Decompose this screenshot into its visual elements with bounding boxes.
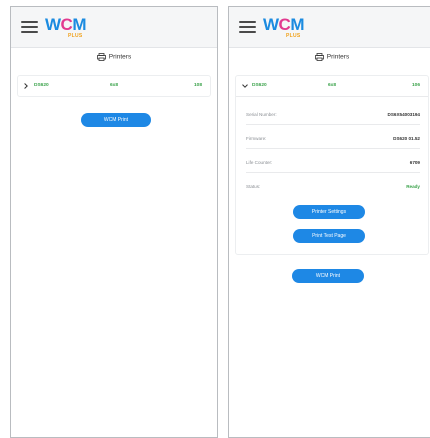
printers-section-title: Printers bbox=[229, 53, 430, 61]
logo-plus-text: PLUS bbox=[68, 33, 83, 39]
printer-row[interactable]: DS620 6x8 106 bbox=[236, 76, 428, 97]
app-header: WCM PLUS bbox=[11, 7, 217, 48]
detail-value: DS620 01.52 bbox=[393, 136, 420, 141]
phone-screen-expanded: WCM PLUS Printers DS620 6x8 106 Serial N… bbox=[228, 6, 430, 438]
printers-section-title: Printers bbox=[11, 53, 217, 61]
printer-media-count: 106 bbox=[411, 83, 420, 88]
status-ready-value: Ready bbox=[406, 184, 420, 189]
detail-firmware: Firmware: DS620 01.52 bbox=[246, 130, 420, 149]
printer-icon bbox=[314, 53, 324, 61]
detail-label: Serial Number: bbox=[246, 112, 277, 117]
wcm-logo: WCM bbox=[45, 15, 86, 34]
logo-plus-text: PLUS bbox=[286, 33, 301, 39]
printer-card-expanded[interactable]: DS620 6x8 106 Serial Number: DS6X5400319… bbox=[235, 75, 429, 255]
wcm-print-button[interactable]: WCM Print bbox=[81, 113, 151, 127]
detail-life-counter: Life Counter: 6709 bbox=[246, 154, 420, 173]
printers-label: Printers bbox=[108, 53, 132, 61]
detail-serial-number: Serial Number: DS6X54003194 bbox=[246, 106, 420, 125]
detail-value: 6709 bbox=[409, 160, 420, 165]
detail-label: Status: bbox=[246, 184, 261, 189]
app-header: WCM PLUS bbox=[229, 7, 430, 48]
printer-settings-button[interactable]: Printer Settings bbox=[293, 205, 365, 219]
detail-label: Firmware: bbox=[246, 136, 267, 141]
wcm-print-button[interactable]: WCM Print bbox=[292, 269, 364, 283]
printers-label: Printers bbox=[326, 53, 350, 61]
detail-value: DS6X54003194 bbox=[387, 112, 420, 117]
printer-icon bbox=[96, 53, 106, 61]
printer-media-size: 6x8 bbox=[109, 83, 118, 88]
phone-screen-collapsed: WCM PLUS Printers DS620 6x8 108 WCM Prin… bbox=[10, 6, 218, 438]
hamburger-menu-icon[interactable] bbox=[21, 20, 38, 34]
printer-media-count: 108 bbox=[193, 83, 202, 88]
hamburger-menu-icon[interactable] bbox=[239, 20, 256, 34]
printer-card[interactable]: DS620 6x8 108 bbox=[17, 75, 211, 97]
detail-status: Status: Ready bbox=[246, 178, 420, 196]
printer-row[interactable]: DS620 6x8 108 bbox=[18, 76, 210, 96]
wcm-logo: WCM bbox=[263, 15, 304, 34]
detail-label: Life Counter: bbox=[246, 160, 273, 165]
print-test-page-button[interactable]: Print Test Page bbox=[293, 229, 365, 243]
printer-media-size: 6x8 bbox=[327, 83, 336, 88]
